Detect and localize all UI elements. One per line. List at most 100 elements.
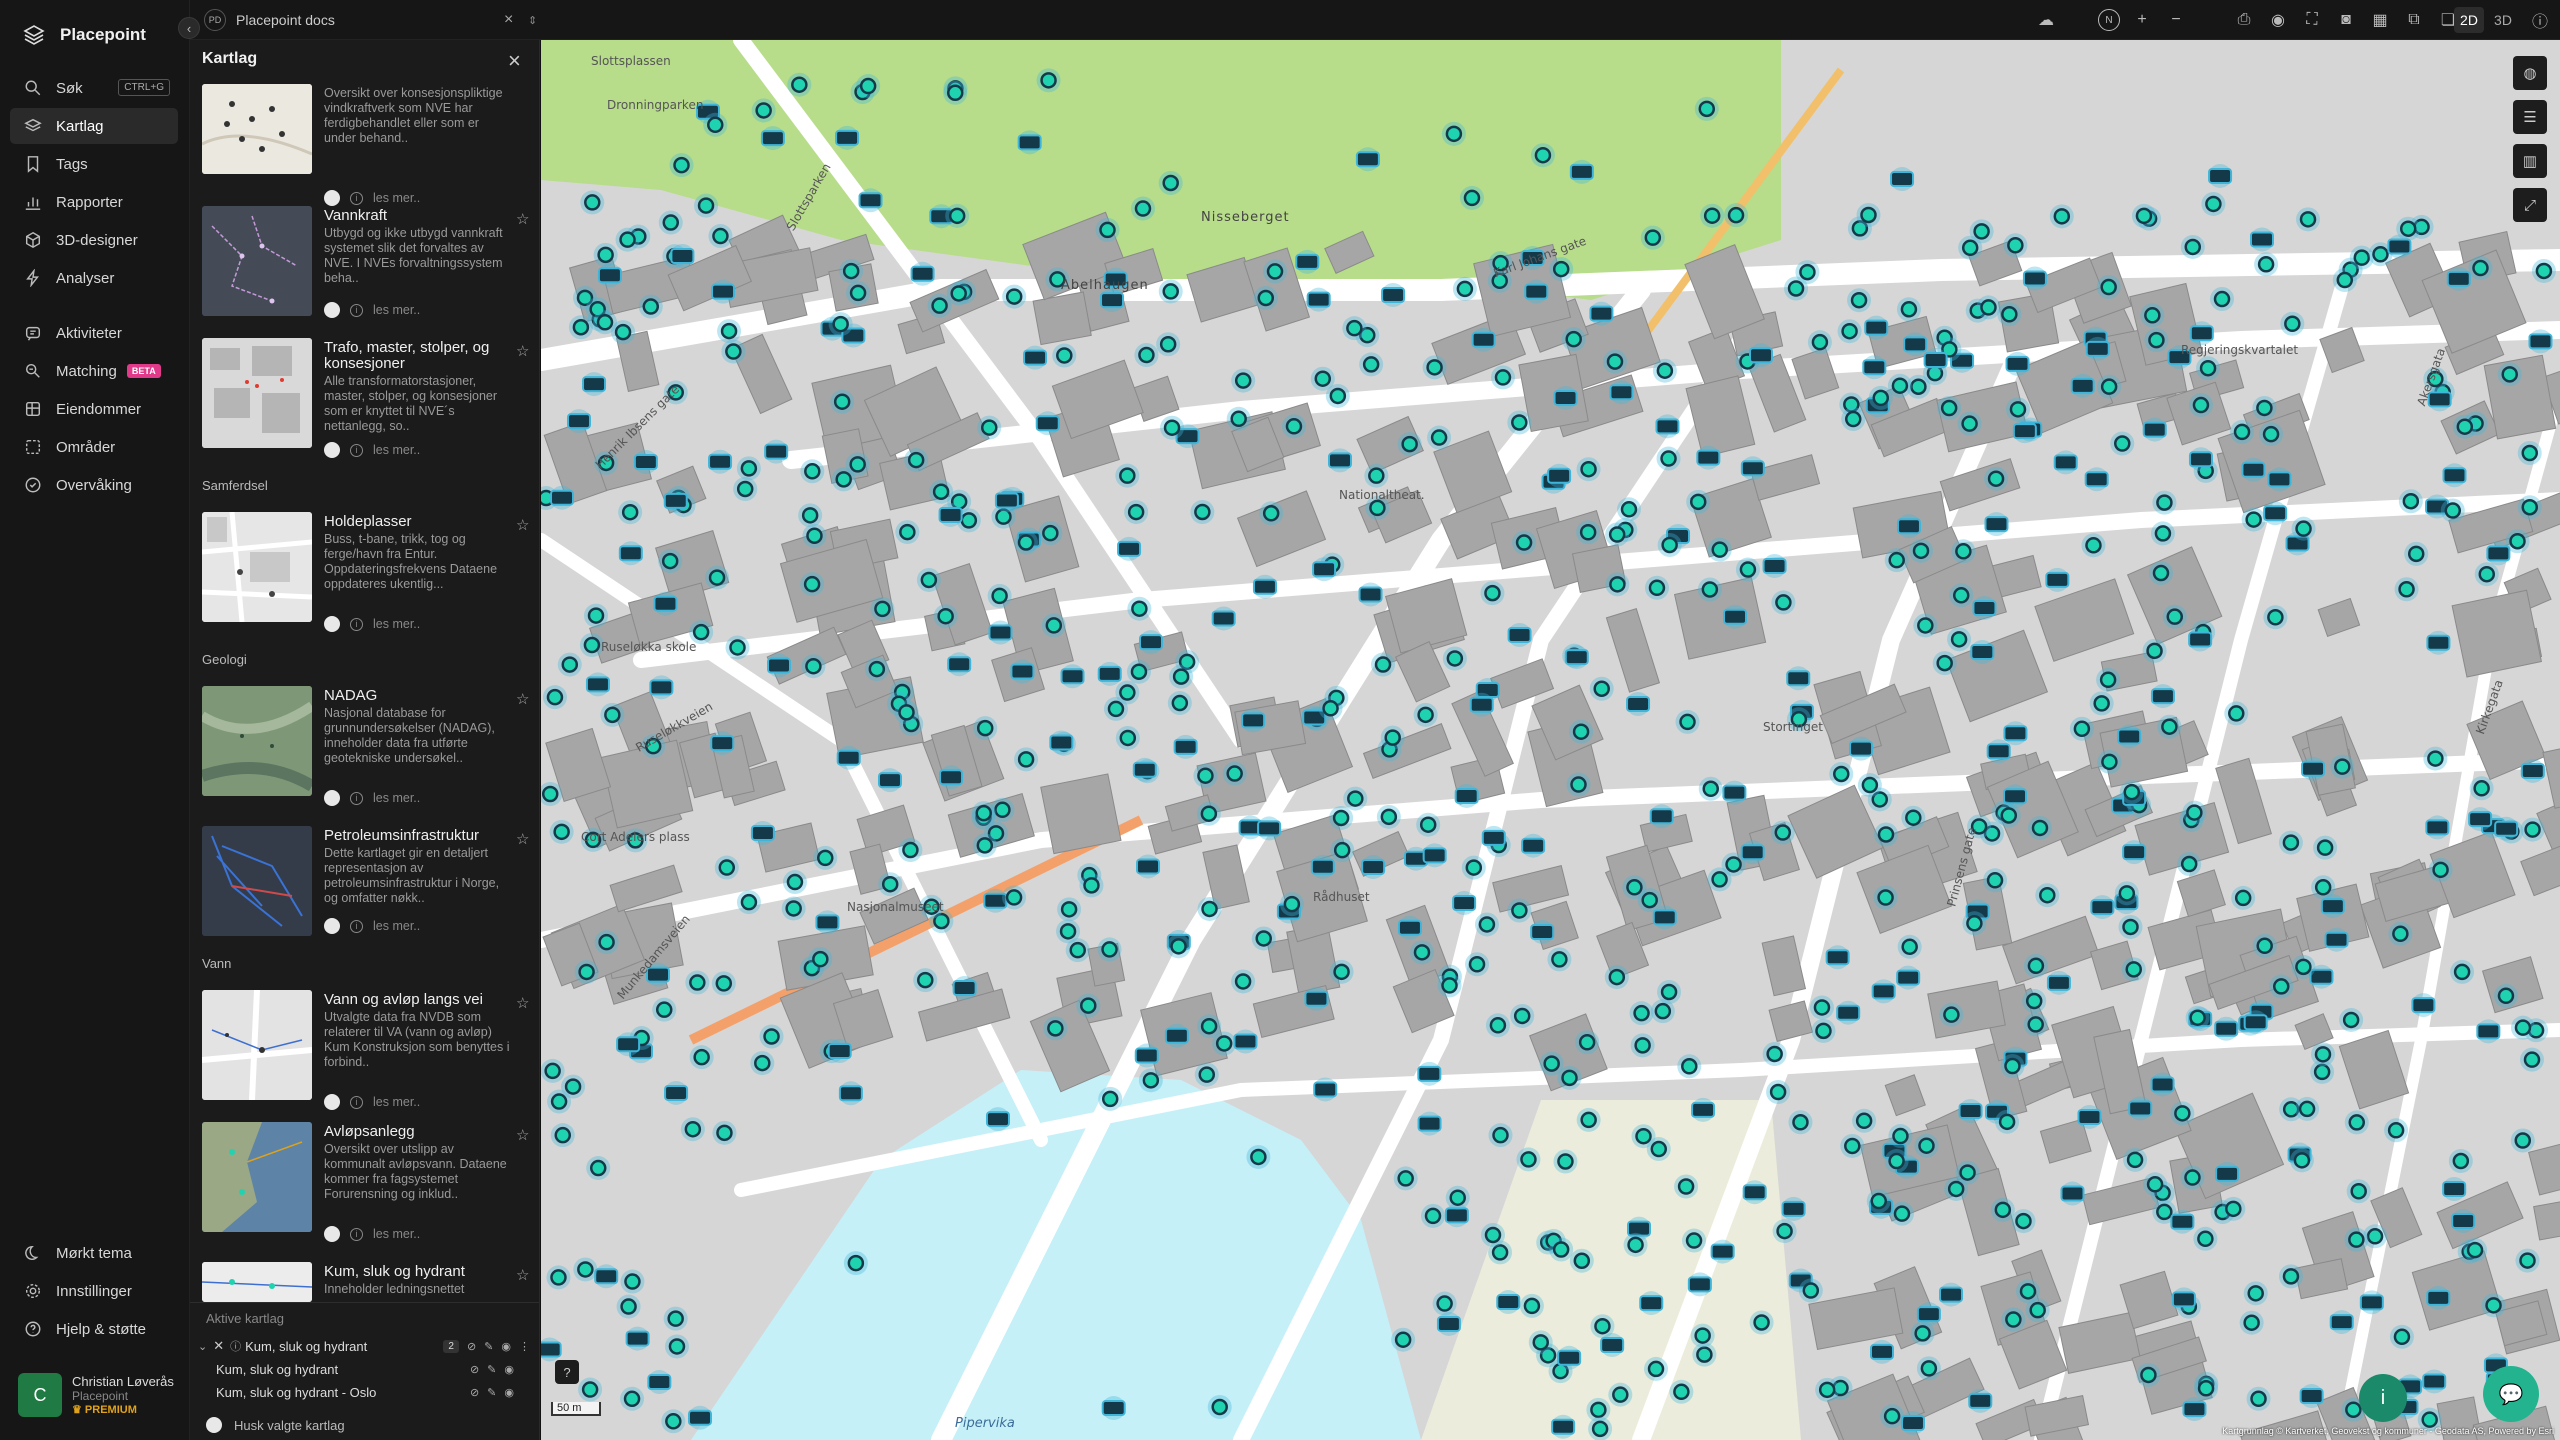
map-marker[interactable] xyxy=(2481,1293,2506,1318)
map-marker[interactable] xyxy=(870,596,895,621)
map-marker[interactable] xyxy=(2519,1047,2544,1072)
map-marker[interactable] xyxy=(1955,1160,1980,1185)
map-marker[interactable] xyxy=(1197,1014,1222,1039)
eye-icon[interactable]: ◉ xyxy=(504,1386,514,1399)
map-marker[interactable] xyxy=(2267,467,2292,492)
map-marker[interactable] xyxy=(2150,1072,2175,1097)
map-marker[interactable] xyxy=(1947,627,1972,652)
map-marker[interactable] xyxy=(1318,696,1343,721)
map-marker[interactable] xyxy=(1686,489,1711,514)
map-marker[interactable] xyxy=(947,652,972,677)
map-marker[interactable] xyxy=(759,1024,784,1049)
map-marker[interactable] xyxy=(1281,414,1306,439)
map-marker[interactable] xyxy=(710,731,735,756)
nav-item-rapporter[interactable]: Rapporter xyxy=(10,184,178,220)
map-marker[interactable] xyxy=(1010,659,1035,684)
map-marker[interactable] xyxy=(1391,1327,1416,1352)
map-marker[interactable] xyxy=(2049,204,2074,229)
map-marker[interactable] xyxy=(1139,630,1164,655)
map-marker[interactable] xyxy=(2510,1015,2535,1040)
map-marker[interactable] xyxy=(831,467,856,492)
map-marker[interactable] xyxy=(1549,1237,1574,1262)
map-marker[interactable] xyxy=(787,72,812,97)
map-marker[interactable] xyxy=(1427,425,1452,450)
map-marker[interactable] xyxy=(725,635,750,660)
map-marker[interactable] xyxy=(2182,1397,2207,1422)
map-marker[interactable] xyxy=(1687,1272,1712,1297)
map-marker[interactable] xyxy=(838,1081,863,1106)
map-marker[interactable] xyxy=(2012,419,2037,444)
map-marker[interactable] xyxy=(1231,368,1256,393)
map-marker[interactable] xyxy=(800,459,825,484)
map-marker[interactable] xyxy=(895,520,920,545)
camera-icon[interactable]: ◙ xyxy=(2336,10,2356,30)
map-marker[interactable] xyxy=(782,870,807,895)
map-marker[interactable] xyxy=(1158,279,1183,304)
nav-item-matching[interactable]: Matching BETA xyxy=(10,353,178,389)
map-marker[interactable] xyxy=(1569,719,1594,744)
map-marker[interactable] xyxy=(1310,366,1335,391)
map-marker[interactable] xyxy=(864,657,889,682)
map-marker[interactable] xyxy=(836,745,861,770)
map-marker[interactable] xyxy=(1856,202,1881,227)
map-marker[interactable] xyxy=(760,126,785,151)
map-marker[interactable] xyxy=(1677,1054,1702,1079)
map-marker[interactable] xyxy=(1871,979,1896,1004)
map-marker[interactable] xyxy=(1445,1185,1470,1210)
map-marker[interactable] xyxy=(1422,355,1447,380)
map-marker[interactable] xyxy=(670,243,695,268)
map-marker[interactable] xyxy=(2221,1196,2246,1221)
map-marker[interactable] xyxy=(1097,661,1122,686)
map-marker[interactable] xyxy=(1465,952,1490,977)
map-marker[interactable] xyxy=(2425,815,2450,840)
map-marker[interactable] xyxy=(2188,447,2213,472)
map-marker[interactable] xyxy=(2224,701,2249,726)
map-marker[interactable] xyxy=(1327,448,1352,473)
map-marker[interactable] xyxy=(1608,1382,1633,1407)
map-marker[interactable] xyxy=(1984,512,2009,537)
map-marker[interactable] xyxy=(620,1386,645,1411)
map-marker[interactable] xyxy=(2239,1310,2264,1335)
map-marker[interactable] xyxy=(561,1074,586,1099)
map-marker[interactable] xyxy=(2152,490,2177,515)
map-marker[interactable] xyxy=(712,1120,737,1145)
map-marker[interactable] xyxy=(2476,1019,2501,1044)
map-marker[interactable] xyxy=(550,485,575,510)
map-marker[interactable] xyxy=(2060,1181,2085,1206)
map-marker[interactable] xyxy=(2520,817,2545,842)
map-marker[interactable] xyxy=(1646,1137,1671,1162)
map-marker[interactable] xyxy=(1507,410,1532,435)
layer-toggle[interactable] xyxy=(324,1226,340,1242)
map-marker[interactable] xyxy=(1788,1110,1813,1135)
map-marker[interactable] xyxy=(1923,347,1948,372)
map-marker[interactable] xyxy=(1169,664,1194,689)
map-marker[interactable] xyxy=(600,702,625,727)
map-marker[interactable] xyxy=(2090,895,2115,920)
map-marker[interactable] xyxy=(1951,539,1976,564)
map-marker[interactable] xyxy=(1749,1310,1774,1335)
map-marker[interactable] xyxy=(1038,521,1063,546)
map-marker[interactable] xyxy=(1041,613,1066,638)
map-marker[interactable] xyxy=(2000,1054,2025,1079)
legend-button[interactable]: ☰ xyxy=(2513,100,2547,134)
map-marker[interactable] xyxy=(703,112,728,137)
map-marker[interactable] xyxy=(1485,1013,1510,1038)
map-marker[interactable] xyxy=(1937,396,1962,421)
map-marker[interactable] xyxy=(2296,207,2321,232)
map-marker[interactable] xyxy=(1158,170,1183,195)
map-marker[interactable] xyxy=(711,971,736,996)
more-icon[interactable]: ⋮ xyxy=(519,1340,530,1353)
map-marker[interactable] xyxy=(1576,1107,1601,1132)
map-marker[interactable] xyxy=(904,448,929,473)
map-marker[interactable] xyxy=(1866,1189,1891,1214)
map-marker[interactable] xyxy=(1995,1109,2020,1134)
map-marker[interactable] xyxy=(618,541,643,566)
map-marker[interactable] xyxy=(1557,1345,1582,1370)
map-marker[interactable] xyxy=(2123,1147,2148,1172)
map-marker[interactable] xyxy=(1957,411,1982,436)
map-marker[interactable] xyxy=(1190,499,1215,524)
map-marker[interactable] xyxy=(1825,945,1850,970)
map-marker[interactable] xyxy=(594,1264,619,1289)
map-marker[interactable] xyxy=(593,242,618,267)
map-marker[interactable] xyxy=(2404,541,2429,566)
